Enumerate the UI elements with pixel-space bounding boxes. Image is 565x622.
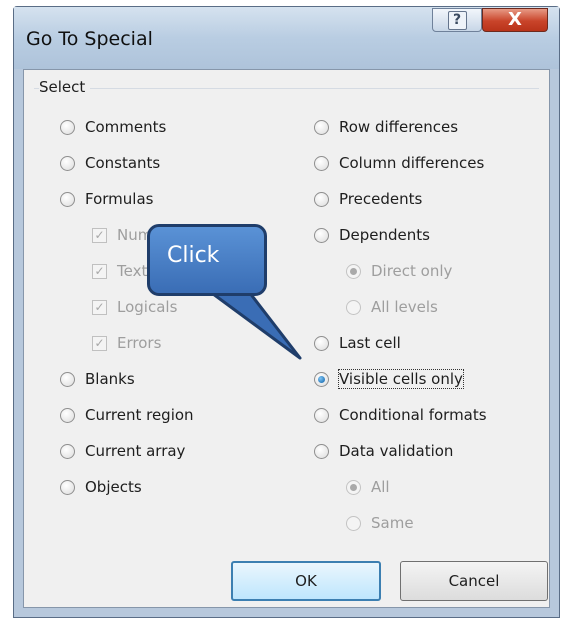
click-callout: Click: [147, 224, 267, 296]
callout-text: Click: [167, 243, 220, 268]
callout-pointer: [203, 286, 302, 360]
